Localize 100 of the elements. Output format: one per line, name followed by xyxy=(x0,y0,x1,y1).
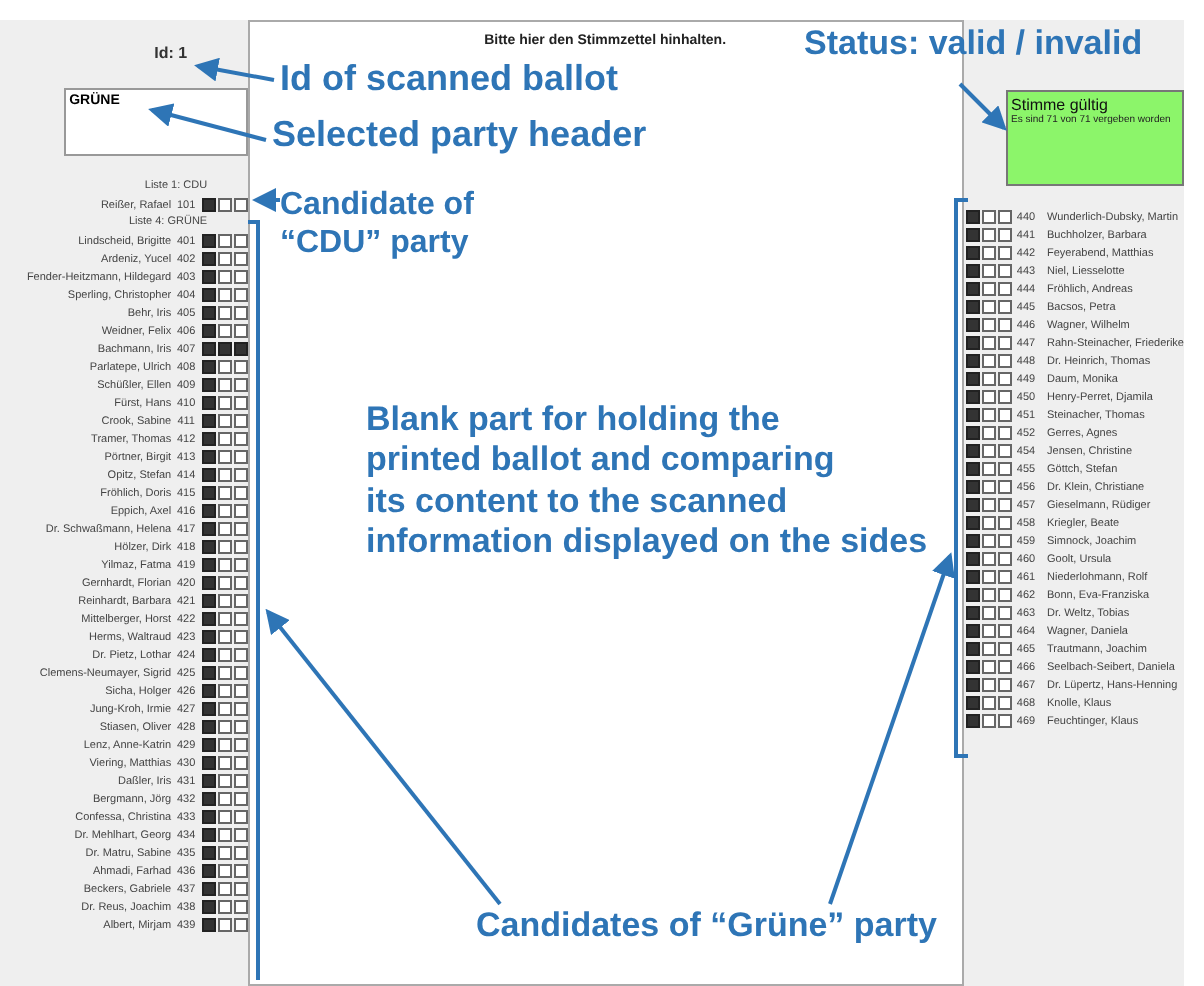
checkbox[interactable] xyxy=(981,624,996,638)
checkbox[interactable] xyxy=(981,354,996,368)
checkbox[interactable] xyxy=(233,576,248,590)
checkbox[interactable] xyxy=(217,576,232,590)
checkbox[interactable] xyxy=(217,450,232,464)
checkbox[interactable] xyxy=(217,234,232,248)
checkbox[interactable] xyxy=(201,414,216,428)
checkbox[interactable] xyxy=(233,612,248,626)
checkbox[interactable] xyxy=(201,450,216,464)
checkbox[interactable] xyxy=(997,354,1012,368)
checkbox[interactable] xyxy=(217,522,232,536)
checkbox[interactable] xyxy=(233,234,248,248)
checkbox[interactable] xyxy=(997,552,1012,566)
checkbox[interactable] xyxy=(997,624,1012,638)
checkbox[interactable] xyxy=(217,720,232,734)
checkbox[interactable] xyxy=(201,342,216,356)
checkbox[interactable] xyxy=(997,642,1012,656)
checkbox[interactable] xyxy=(201,666,216,680)
checkbox[interactable] xyxy=(965,498,980,512)
checkbox[interactable] xyxy=(965,444,980,458)
checkbox[interactable] xyxy=(217,774,232,788)
checkbox[interactable] xyxy=(217,666,232,680)
checkbox[interactable] xyxy=(997,246,1012,260)
checkbox[interactable] xyxy=(217,810,232,824)
checkbox[interactable] xyxy=(965,426,980,440)
checkbox[interactable] xyxy=(217,756,232,770)
checkbox[interactable] xyxy=(233,594,248,608)
checkbox[interactable] xyxy=(997,426,1012,440)
checkbox[interactable] xyxy=(217,558,232,572)
checkbox[interactable] xyxy=(201,576,216,590)
checkbox[interactable] xyxy=(201,774,216,788)
checkbox[interactable] xyxy=(997,444,1012,458)
checkbox[interactable] xyxy=(981,696,996,710)
checkbox[interactable] xyxy=(965,210,980,224)
checkbox[interactable] xyxy=(965,696,980,710)
checkbox[interactable] xyxy=(217,702,232,716)
checkbox[interactable] xyxy=(201,756,216,770)
checkbox[interactable] xyxy=(965,264,980,278)
checkbox[interactable] xyxy=(981,606,996,620)
checkbox[interactable] xyxy=(201,558,216,572)
checkbox[interactable] xyxy=(965,624,980,638)
checkbox[interactable] xyxy=(217,432,232,446)
checkbox[interactable] xyxy=(217,504,232,518)
checkbox[interactable] xyxy=(233,864,248,878)
checkbox[interactable] xyxy=(201,504,216,518)
checkbox[interactable] xyxy=(965,552,980,566)
checkbox[interactable] xyxy=(981,642,996,656)
checkbox[interactable] xyxy=(981,660,996,674)
checkbox[interactable] xyxy=(201,432,216,446)
checkbox[interactable] xyxy=(217,846,232,860)
checkbox[interactable] xyxy=(997,678,1012,692)
checkbox[interactable] xyxy=(201,306,216,320)
checkbox[interactable] xyxy=(981,462,996,476)
checkbox[interactable] xyxy=(981,444,996,458)
checkbox[interactable] xyxy=(981,426,996,440)
checkbox[interactable] xyxy=(201,198,216,212)
checkbox[interactable] xyxy=(201,468,216,482)
checkbox[interactable] xyxy=(233,684,248,698)
checkbox[interactable] xyxy=(965,660,980,674)
checkbox[interactable] xyxy=(201,540,216,554)
checkbox[interactable] xyxy=(217,342,232,356)
checkbox[interactable] xyxy=(217,900,232,914)
checkbox[interactable] xyxy=(233,450,248,464)
checkbox[interactable] xyxy=(201,324,216,338)
checkbox[interactable] xyxy=(217,198,232,212)
checkbox[interactable] xyxy=(997,462,1012,476)
checkbox[interactable] xyxy=(201,864,216,878)
checkbox[interactable] xyxy=(201,612,216,626)
checkbox[interactable] xyxy=(217,792,232,806)
checkbox[interactable] xyxy=(217,630,232,644)
checkbox[interactable] xyxy=(217,396,232,410)
checkbox[interactable] xyxy=(201,738,216,752)
checkbox[interactable] xyxy=(965,390,980,404)
checkbox[interactable] xyxy=(965,318,980,332)
checkbox[interactable] xyxy=(997,408,1012,422)
checkbox[interactable] xyxy=(233,900,248,914)
checkbox[interactable] xyxy=(965,354,980,368)
checkbox[interactable] xyxy=(965,372,980,386)
checkbox[interactable] xyxy=(981,210,996,224)
checkbox[interactable] xyxy=(201,828,216,842)
checkbox[interactable] xyxy=(217,828,232,842)
checkbox[interactable] xyxy=(233,810,248,824)
checkbox[interactable] xyxy=(997,228,1012,242)
checkbox[interactable] xyxy=(997,516,1012,530)
checkbox[interactable] xyxy=(965,714,980,728)
checkbox[interactable] xyxy=(217,594,232,608)
checkbox[interactable] xyxy=(201,846,216,860)
checkbox[interactable] xyxy=(981,714,996,728)
checkbox[interactable] xyxy=(981,300,996,314)
checkbox[interactable] xyxy=(233,342,248,356)
checkbox[interactable] xyxy=(965,246,980,260)
checkbox[interactable] xyxy=(217,612,232,626)
checkbox[interactable] xyxy=(997,588,1012,602)
checkbox[interactable] xyxy=(217,882,232,896)
checkbox[interactable] xyxy=(233,270,248,284)
checkbox[interactable] xyxy=(233,738,248,752)
checkbox[interactable] xyxy=(201,360,216,374)
checkbox[interactable] xyxy=(233,504,248,518)
checkbox[interactable] xyxy=(965,606,980,620)
checkbox[interactable] xyxy=(965,642,980,656)
